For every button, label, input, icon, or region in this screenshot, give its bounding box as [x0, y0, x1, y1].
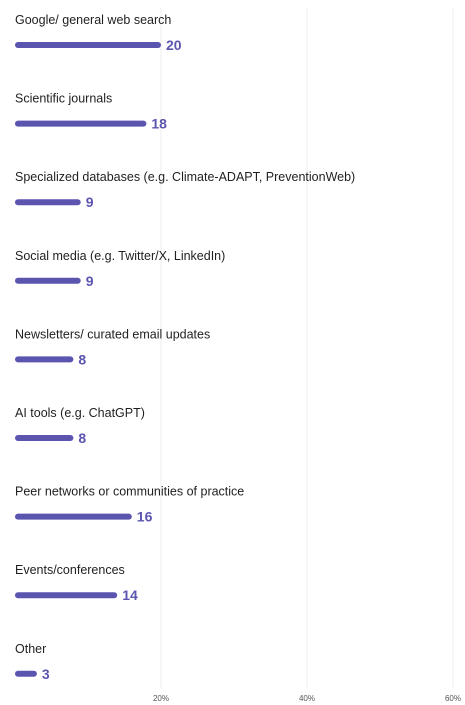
bar	[15, 277, 81, 284]
value-label: 3	[42, 666, 50, 682]
value-label: 9	[86, 273, 94, 289]
x-axis: 20% 40% 60%	[153, 694, 461, 703]
category-label: Other	[15, 642, 46, 656]
category-label: Specialized databases (e.g. Climate-ADAP…	[15, 170, 355, 184]
bar	[15, 592, 118, 599]
category-label: Scientific journals	[15, 92, 112, 106]
bar-row: Newsletters/ curated email updates 8	[15, 327, 210, 367]
bar-row: Events/conferences 14	[15, 563, 138, 603]
category-label: Social media (e.g. Twitter/X, LinkedIn)	[15, 249, 225, 263]
category-label: Newsletters/ curated email updates	[15, 327, 210, 341]
category-label: AI tools (e.g. ChatGPT)	[15, 406, 145, 420]
bar	[15, 435, 74, 441]
value-label: 8	[78, 351, 86, 367]
category-label: Peer networks or communities of practice	[15, 485, 244, 499]
category-label: Google/ general web search	[15, 13, 171, 27]
category-label: Events/conferences	[15, 563, 125, 577]
bar	[15, 670, 37, 677]
bar-row: Other 3	[15, 642, 50, 682]
bar	[15, 356, 74, 363]
bar-row: Peer networks or communities of practice…	[15, 485, 244, 525]
bar-chart: 20% 40% 60% Google/ general web search 20 Sc…	[15, 8, 461, 703]
value-label: 8	[78, 430, 86, 446]
bar-row: Specialized databases (e.g. Climate-ADAP…	[15, 170, 355, 210]
x-tick-label: 20%	[153, 694, 169, 703]
bar	[15, 120, 147, 127]
value-label: 16	[137, 509, 153, 525]
bar-row: Social media (e.g. Twitter/X, LinkedIn) 9	[15, 249, 225, 289]
bar-row: Scientific journals 18	[15, 92, 167, 132]
value-label: 20	[166, 37, 182, 53]
value-label: 14	[122, 587, 138, 603]
grid-lines	[160, 8, 454, 688]
bar-row: AI tools (e.g. ChatGPT) 8	[15, 406, 145, 446]
value-label: 18	[151, 116, 167, 132]
bar	[15, 513, 132, 520]
bar	[15, 199, 81, 206]
bar-row: Google/ general web search 20	[15, 13, 182, 53]
bar	[15, 42, 161, 48]
x-tick-label: 60%	[445, 694, 461, 703]
x-tick-label: 40%	[299, 694, 315, 703]
bar-rows: Google/ general web search 20 Scientific j…	[15, 13, 355, 682]
value-label: 9	[86, 194, 94, 210]
